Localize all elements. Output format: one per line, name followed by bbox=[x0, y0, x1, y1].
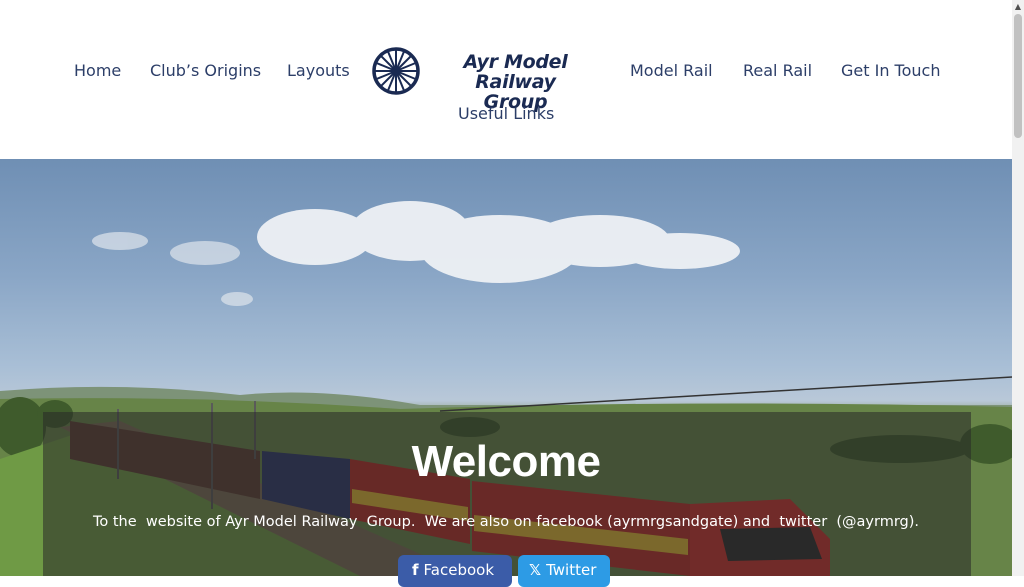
nav-home[interactable]: Home bbox=[74, 61, 121, 80]
site-logo[interactable]: Ayr Model Railway Group bbox=[371, 44, 611, 112]
nav-real-rail[interactable]: Real Rail bbox=[743, 61, 812, 80]
logo-text: Ayr Model Railway Group bbox=[423, 52, 608, 112]
twitter-button[interactable]: 𝕏 Twitter bbox=[518, 555, 610, 587]
site-header: Home Club’s Origins Layouts Ayr Model Ra… bbox=[0, 0, 1012, 159]
x-icon: 𝕏 bbox=[529, 561, 542, 579]
nav-model-rail[interactable]: Model Rail bbox=[630, 61, 713, 80]
intro-text: To the website of Ayr Model Railway Grou… bbox=[92, 514, 920, 530]
facebook-label: Facebook bbox=[423, 561, 495, 579]
welcome-heading: Welcome bbox=[411, 437, 601, 486]
twitter-label: Twitter bbox=[546, 561, 597, 579]
scroll-up-arrow-icon[interactable]: ▲ bbox=[1012, 0, 1024, 14]
nav-useful-links[interactable]: Useful Links bbox=[458, 104, 554, 123]
nav-layouts[interactable]: Layouts bbox=[287, 61, 350, 80]
facebook-button[interactable]: f Facebook bbox=[398, 555, 512, 587]
scroll-thumb[interactable] bbox=[1014, 14, 1022, 138]
wheel-icon bbox=[372, 47, 420, 95]
nav-clubs-origins[interactable]: Club’s Origins bbox=[150, 61, 261, 80]
nav-get-in-touch[interactable]: Get In Touch bbox=[841, 61, 940, 80]
page-scrollbar[interactable]: ▲ bbox=[1012, 0, 1024, 576]
facebook-icon: f bbox=[412, 561, 419, 579]
logo-line-1: Ayr Model Railway bbox=[463, 51, 568, 93]
